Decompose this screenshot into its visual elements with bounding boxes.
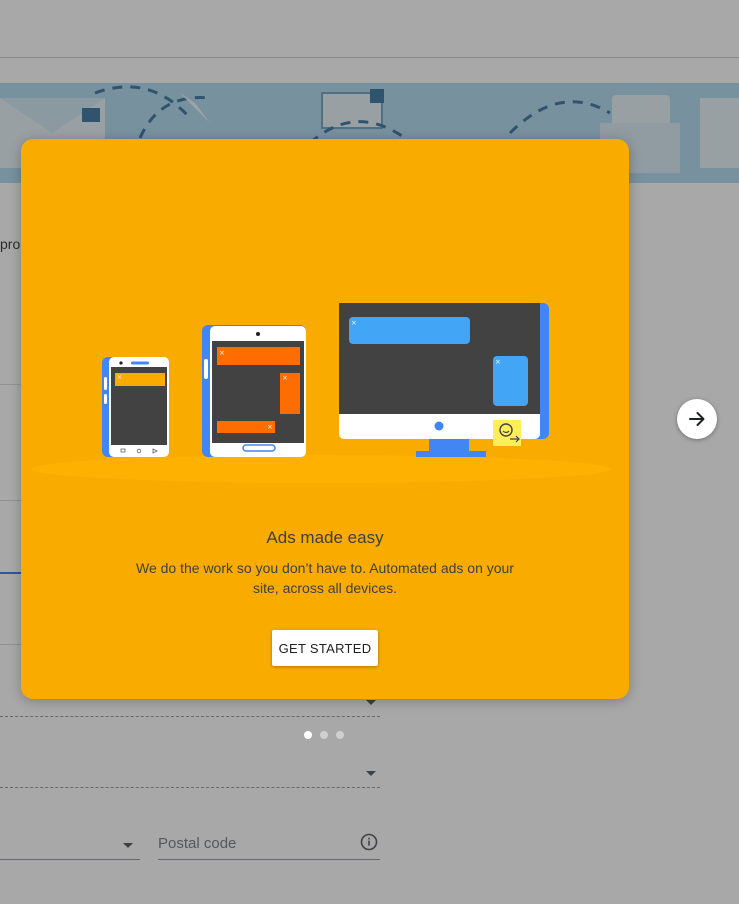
pagination-dot-2[interactable] — [320, 731, 328, 739]
svg-text:×: × — [351, 319, 357, 327]
pagination-dots — [304, 731, 344, 739]
monitor-illustration: × × — [339, 303, 549, 457]
pagination-dot-3[interactable] — [336, 731, 344, 739]
tablet-illustration: × × × — [202, 325, 306, 457]
next-slide-button[interactable] — [677, 399, 717, 439]
pagination-dot-1[interactable] — [304, 731, 312, 739]
svg-text:×: × — [219, 349, 225, 357]
slide-description: We do the work so you don’t have to. Aut… — [136, 560, 514, 596]
svg-text:×: × — [495, 358, 501, 366]
slide-title: Ads made easy — [266, 528, 384, 547]
svg-text:×: × — [117, 374, 122, 381]
svg-text:×: × — [282, 374, 288, 382]
arrow-right-icon — [689, 412, 705, 426]
onboarding-modal: × × × × × × Ads made easy We do the work… — [21, 139, 629, 699]
phone-illustration: × — [102, 357, 169, 457]
get-started-button[interactable]: GET STARTED — [272, 630, 378, 666]
svg-text:×: × — [267, 423, 273, 431]
